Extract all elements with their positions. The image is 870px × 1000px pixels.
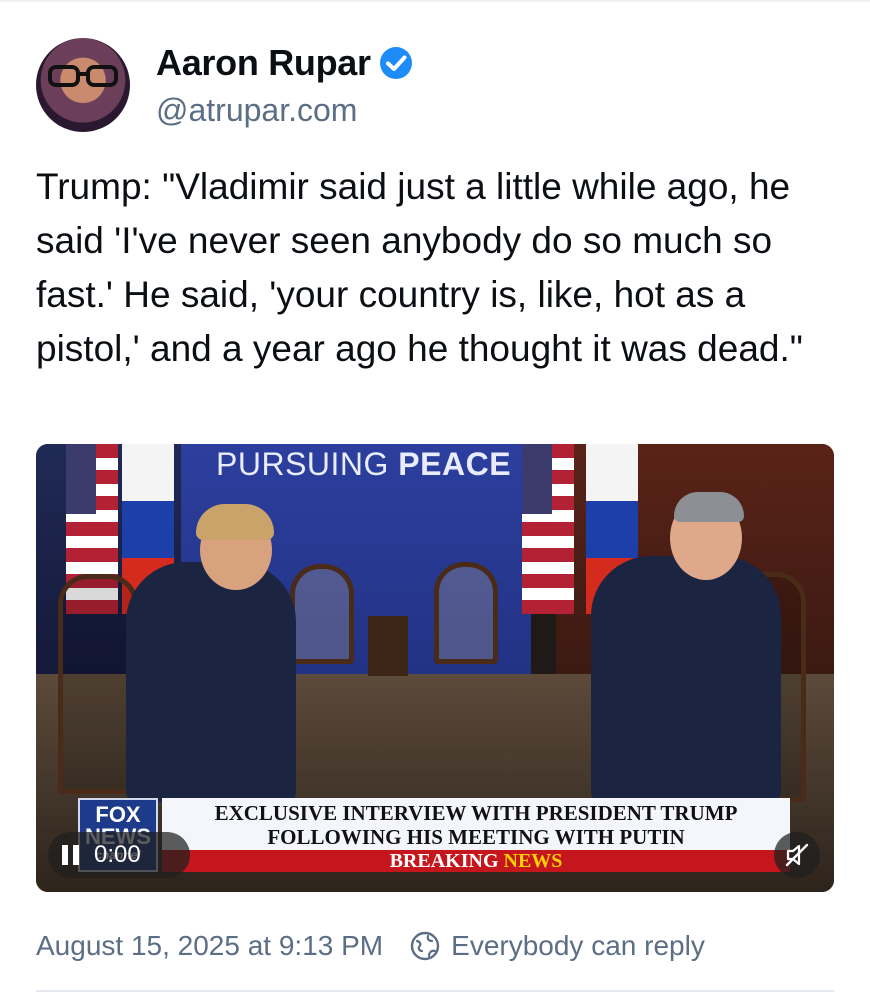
author-handle[interactable]: @atrupar.com xyxy=(156,92,413,129)
guest-figure-graphic xyxy=(126,562,296,802)
backdrop-title-word2: PEACE xyxy=(398,446,512,482)
post-footer: August 15, 2025 at 9:13 PM Everybody can… xyxy=(36,926,705,966)
playback-time: 0:00 xyxy=(94,841,141,868)
host-figure-graphic xyxy=(591,556,781,802)
empty-chair-right-graphic xyxy=(434,562,498,664)
mute-button[interactable] xyxy=(774,832,820,878)
headline-line1: EXCLUSIVE INTERVIEW WITH PRESIDENT TRUMP xyxy=(214,801,738,825)
glasses-graphic xyxy=(48,65,118,87)
news-headline: EXCLUSIVE INTERVIEW WITH PRESIDENT TRUMP… xyxy=(162,798,790,850)
globe-reply-icon xyxy=(410,931,440,961)
top-divider xyxy=(0,0,870,2)
post-header: Aaron Rupar @atrupar.com xyxy=(36,38,413,132)
playback-control[interactable]: 0:00 xyxy=(48,832,190,878)
author-block: Aaron Rupar @atrupar.com xyxy=(156,42,413,129)
us-flag-right-graphic xyxy=(522,444,574,614)
video-player[interactable]: PURSUING PEACE FOX NEWS channel EXCLUSIV… xyxy=(36,444,834,892)
breaking-word: BREAKING xyxy=(389,850,504,872)
guest-hair-graphic xyxy=(196,504,274,540)
reply-setting-label[interactable]: Everybody can reply xyxy=(451,930,705,962)
news-word: NEWS xyxy=(503,850,563,872)
empty-chair-left-graphic xyxy=(290,564,354,664)
avatar[interactable] xyxy=(36,38,130,132)
volume-muted-icon xyxy=(785,843,809,867)
verified-badge-icon xyxy=(379,46,412,79)
name-row: Aaron Rupar xyxy=(156,42,413,84)
side-table-graphic xyxy=(368,616,408,676)
fox-logo-line1: FOX xyxy=(95,802,141,827)
author-name[interactable]: Aaron Rupar xyxy=(156,42,371,84)
bottom-divider xyxy=(36,990,834,992)
post-text: Trump: "Vladimir said just a little whil… xyxy=(36,166,803,369)
breaking-news-banner: BREAKING NEWS xyxy=(162,850,790,872)
backdrop-title: PURSUING PEACE xyxy=(216,446,511,483)
host-hair-graphic xyxy=(674,492,744,522)
post-timestamp[interactable]: August 15, 2025 at 9:13 PM xyxy=(36,930,383,962)
backdrop-title-word1: PURSUING xyxy=(216,446,399,482)
pause-icon[interactable] xyxy=(62,845,82,865)
headline-line2: FOLLOWING HIS MEETING WITH PUTIN xyxy=(267,825,685,849)
